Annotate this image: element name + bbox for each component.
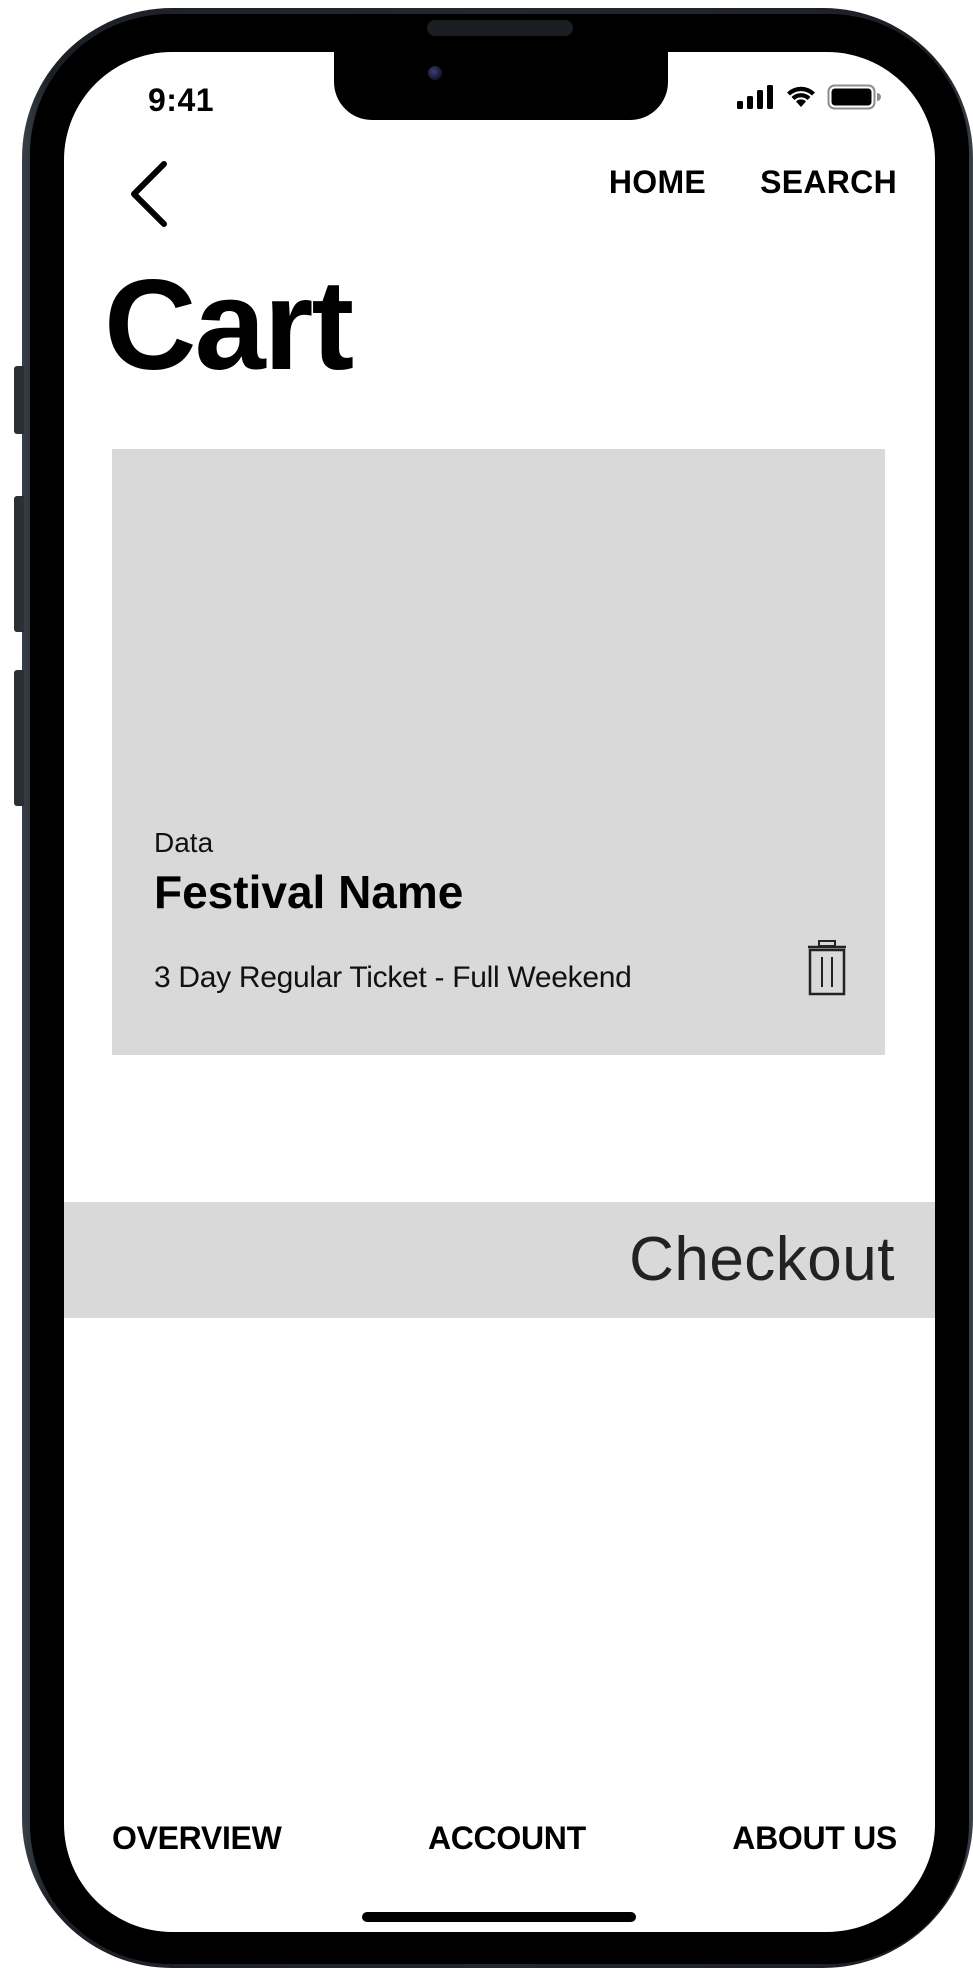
- bottom-nav-overview[interactable]: OVERVIEW: [112, 1820, 282, 1857]
- nav-search-link[interactable]: SEARCH: [760, 164, 897, 201]
- nav-home-link[interactable]: HOME: [609, 164, 706, 201]
- cart-item-card[interactable]: Data Festival Name 3 Day Regular Ticket …: [112, 449, 885, 1055]
- checkout-button[interactable]: Checkout: [64, 1202, 935, 1318]
- chevron-left-icon: [131, 161, 167, 227]
- bottom-nav-about-us[interactable]: ABOUT US: [732, 1820, 897, 1857]
- delete-item-button[interactable]: [805, 939, 849, 997]
- bottom-nav-account[interactable]: ACCOUNT: [428, 1820, 586, 1857]
- trash-icon: [808, 940, 846, 996]
- checkout-label: Checkout: [629, 1225, 895, 1294]
- silent-switch: [14, 366, 24, 434]
- top-nav: HOME SEARCH: [609, 164, 897, 201]
- battery-icon: [827, 84, 881, 110]
- cart-item-description: 3 Day Regular Ticket - Full Weekend: [154, 961, 632, 994]
- volume-down-button: [14, 670, 24, 806]
- cart-item-title: Festival Name: [154, 866, 464, 918]
- page-title: Cart: [104, 254, 354, 397]
- home-indicator[interactable]: [362, 1912, 636, 1922]
- screen: 9:41 HOME SEARCH Cart Data Festival Name…: [64, 52, 935, 1932]
- status-icons: [737, 84, 881, 110]
- status-time: 9:41: [148, 82, 215, 118]
- volume-up-button: [14, 496, 24, 632]
- back-button[interactable]: [120, 154, 180, 234]
- wifi-icon: [787, 86, 815, 107]
- front-camera-icon: [428, 66, 442, 80]
- notch: [334, 52, 668, 120]
- signal-icon: [737, 85, 773, 109]
- cart-item-date: Data: [154, 827, 214, 858]
- earpiece-speaker: [427, 20, 573, 36]
- bottom-nav: OVERVIEW ACCOUNT ABOUT US: [112, 1820, 897, 1857]
